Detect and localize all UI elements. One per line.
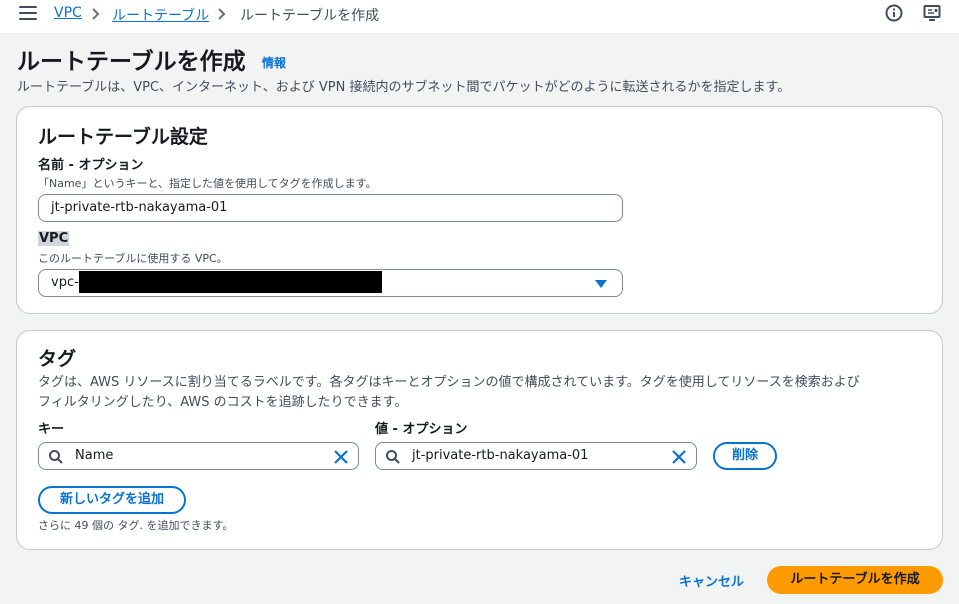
breadcrumb-current: ルートテーブルを作成 (240, 8, 380, 24)
tag-key-input[interactable]: Name (38, 442, 359, 470)
caret-down-icon (595, 280, 607, 288)
cancel-button[interactable]: キャンセル (679, 571, 744, 590)
tags-panel: タグ タグは、AWS リソースに割り当てるラベルです。各タグはキーとオプションの… (16, 330, 943, 550)
tag-value-value: jt-private-rtb-nakayama-01 (412, 448, 589, 463)
breadcrumb-vpc[interactable]: VPC (54, 5, 82, 21)
route-table-settings-panel: ルートテーブル設定 名前 - オプション 「Name」というキーと、指定した値を… (16, 106, 943, 314)
chevron-right-icon (218, 8, 226, 20)
remove-tag-button[interactable]: 削除 (713, 442, 777, 470)
tag-value-input[interactable]: jt-private-rtb-nakayama-01 (375, 442, 697, 470)
page-title: ルートテーブルを作成 (17, 49, 246, 75)
create-route-table-button[interactable]: ルートテーブルを作成 (767, 566, 943, 594)
search-icon (386, 450, 400, 464)
top-navigation-bar: VPC ルートテーブル ルートテーブルを作成 (0, 0, 959, 34)
chevron-right-icon (92, 8, 100, 20)
close-icon[interactable] (671, 449, 687, 465)
tags-title: タグ (38, 348, 77, 370)
vpc-label: VPC (38, 231, 70, 246)
notification-monitor-icon[interactable] (922, 3, 942, 23)
name-input[interactable]: jt-private-rtb-nakayama-01 (38, 194, 623, 222)
name-description: 「Name」というキーと、指定した値を使用してタグを作成します。 (38, 177, 377, 190)
tags-description-line2: フィルタリングしたり、AWS のコストを追跡したりできます。 (38, 395, 408, 410)
tag-key-label: キー (38, 422, 65, 437)
search-icon (49, 450, 63, 464)
redacted-vpc-id (79, 271, 382, 293)
vpc-description: このルートテーブルに使用する VPC。 (38, 252, 228, 265)
name-label: 名前 - オプション (38, 158, 144, 173)
info-link[interactable]: 情報 (262, 54, 286, 71)
tag-value-label: 値 - オプション (375, 422, 468, 437)
add-tag-button[interactable]: 新しいタグを追加 (38, 486, 186, 514)
remaining-tags-text: さらに 49 個の タグ. を追加できます。 (38, 519, 234, 532)
breadcrumb-route-tables[interactable]: ルートテーブル (112, 5, 209, 25)
page-description: ルートテーブルは、VPC、インターネット、および VPN 接続内のサブネット間で… (17, 80, 791, 95)
settings-title: ルートテーブル設定 (38, 126, 208, 148)
info-circle-icon[interactable] (884, 3, 904, 23)
tags-description-line1: タグは、AWS リソースに割り当てるラベルです。各タグはキーとオプションの値で構… (38, 375, 860, 390)
hamburger-icon[interactable] (19, 6, 37, 22)
vpc-label-text: VPC (38, 231, 70, 246)
tag-key-value: Name (75, 448, 114, 463)
close-icon[interactable] (333, 449, 349, 465)
